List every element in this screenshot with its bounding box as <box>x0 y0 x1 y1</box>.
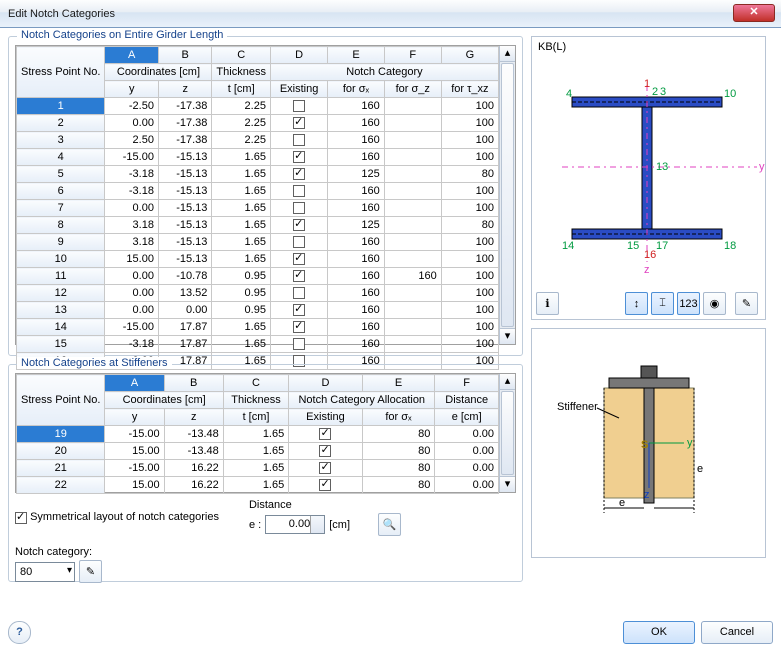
table-row[interactable]: 15 <box>17 336 105 353</box>
table-row[interactable]: 4 <box>17 149 105 166</box>
existing-checkbox[interactable] <box>293 253 305 265</box>
cancel-button[interactable]: Cancel <box>701 621 773 644</box>
svg-text:2: 2 <box>652 86 658 98</box>
table-row[interactable]: 20 <box>17 443 105 460</box>
svg-text:17: 17 <box>656 240 668 252</box>
existing-checkbox[interactable] <box>293 134 305 146</box>
distance-input[interactable]: 0.00 <box>265 515 325 534</box>
existing-checkbox[interactable] <box>319 462 331 474</box>
svg-text:14: 14 <box>562 240 574 252</box>
show-button[interactable]: ◉ <box>703 292 726 315</box>
svg-text:S: S <box>641 439 648 451</box>
table-row[interactable]: 2 <box>17 115 105 132</box>
svg-text:e: e <box>619 497 625 509</box>
svg-text:z: z <box>644 264 650 276</box>
grid2-scrollbar[interactable]: ▴▾ <box>499 374 515 492</box>
svg-text:3: 3 <box>660 86 666 98</box>
notch-category-select[interactable]: 80 <box>15 562 75 582</box>
stiffener-table[interactable]: Stress Point No. ABCDEF Coordinates [cm]… <box>16 374 499 494</box>
existing-checkbox[interactable] <box>293 202 305 214</box>
stiffener-diagram: Stiffener S y z e e <box>531 328 766 558</box>
svg-text:Stiffener: Stiffener <box>557 401 598 413</box>
grid1-scrollbar[interactable]: ▴▾ <box>499 46 515 344</box>
pick-distance-button[interactable]: 🔍 <box>378 513 401 536</box>
group2-title: Notch Categories at Stiffeners <box>17 357 172 369</box>
svg-text:15: 15 <box>627 240 639 252</box>
existing-checkbox[interactable] <box>293 321 305 333</box>
table-row[interactable]: 8 <box>17 217 105 234</box>
distance-label: Distance <box>249 499 404 511</box>
existing-checkbox[interactable] <box>319 479 331 491</box>
existing-checkbox[interactable] <box>319 428 331 440</box>
existing-checkbox[interactable] <box>319 445 331 457</box>
group1-title: Notch Categories on Entire Girder Length <box>17 29 227 41</box>
existing-checkbox[interactable] <box>293 185 305 197</box>
existing-checkbox[interactable] <box>293 151 305 163</box>
info-button[interactable]: ℹ <box>536 292 559 315</box>
girder-table[interactable]: Stress Point No. ABCDEFG Coordinates [cm… <box>16 46 499 370</box>
existing-checkbox[interactable] <box>293 338 305 350</box>
table-row[interactable]: 21 <box>17 460 105 477</box>
table-row[interactable]: 9 <box>17 234 105 251</box>
svg-text:z: z <box>644 489 650 501</box>
existing-checkbox[interactable] <box>293 117 305 129</box>
table-row[interactable]: 5 <box>17 166 105 183</box>
pick-category-button[interactable]: ✎ <box>79 560 102 583</box>
values-button[interactable]: 123 <box>677 292 700 315</box>
svg-text:13: 13 <box>656 161 668 173</box>
table-row[interactable]: 10 <box>17 251 105 268</box>
svg-text:10: 10 <box>724 88 736 100</box>
titlebar: Edit Notch Categories ✕ <box>0 0 781 28</box>
existing-checkbox[interactable] <box>293 304 305 316</box>
close-button[interactable]: ✕ <box>733 4 775 22</box>
table-row[interactable]: 1 <box>17 98 105 115</box>
existing-checkbox[interactable] <box>293 168 305 180</box>
svg-text:1: 1 <box>644 78 650 90</box>
axes-button[interactable]: ↕ <box>625 292 648 315</box>
table-row[interactable]: 7 <box>17 200 105 217</box>
section-button[interactable]: ⌶ <box>651 292 674 315</box>
existing-checkbox[interactable] <box>293 270 305 282</box>
help-button[interactable]: ? <box>8 621 31 644</box>
notch-category-label: Notch category: <box>15 546 516 558</box>
svg-text:4: 4 <box>566 88 572 100</box>
table-row[interactable]: 12 <box>17 285 105 302</box>
svg-text:y: y <box>687 437 693 449</box>
existing-checkbox[interactable] <box>293 236 305 248</box>
table-row[interactable]: 22 <box>17 477 105 494</box>
symmetrical-checkbox[interactable]: Symmetrical layout of notch categories <box>15 511 219 523</box>
window-title: Edit Notch Categories <box>8 8 115 20</box>
table-row[interactable]: 14 <box>17 319 105 336</box>
table-row[interactable]: 13 <box>17 302 105 319</box>
existing-checkbox[interactable] <box>293 219 305 231</box>
table-row[interactable]: 6 <box>17 183 105 200</box>
edit-button[interactable]: ✎ <box>735 292 758 315</box>
section-preview: KB(L) y z 1 2 3 4 10 13 14 15 16 1 <box>531 36 766 320</box>
svg-text:e: e <box>697 463 703 475</box>
svg-text:16: 16 <box>644 249 656 261</box>
ok-button[interactable]: OK <box>623 621 695 644</box>
svg-text:y: y <box>759 161 765 173</box>
table-row[interactable]: 3 <box>17 132 105 149</box>
table-row[interactable]: 11 <box>17 268 105 285</box>
table-row[interactable]: 19 <box>17 426 105 443</box>
existing-checkbox[interactable] <box>293 287 305 299</box>
svg-text:18: 18 <box>724 240 736 252</box>
existing-checkbox[interactable] <box>293 100 305 112</box>
